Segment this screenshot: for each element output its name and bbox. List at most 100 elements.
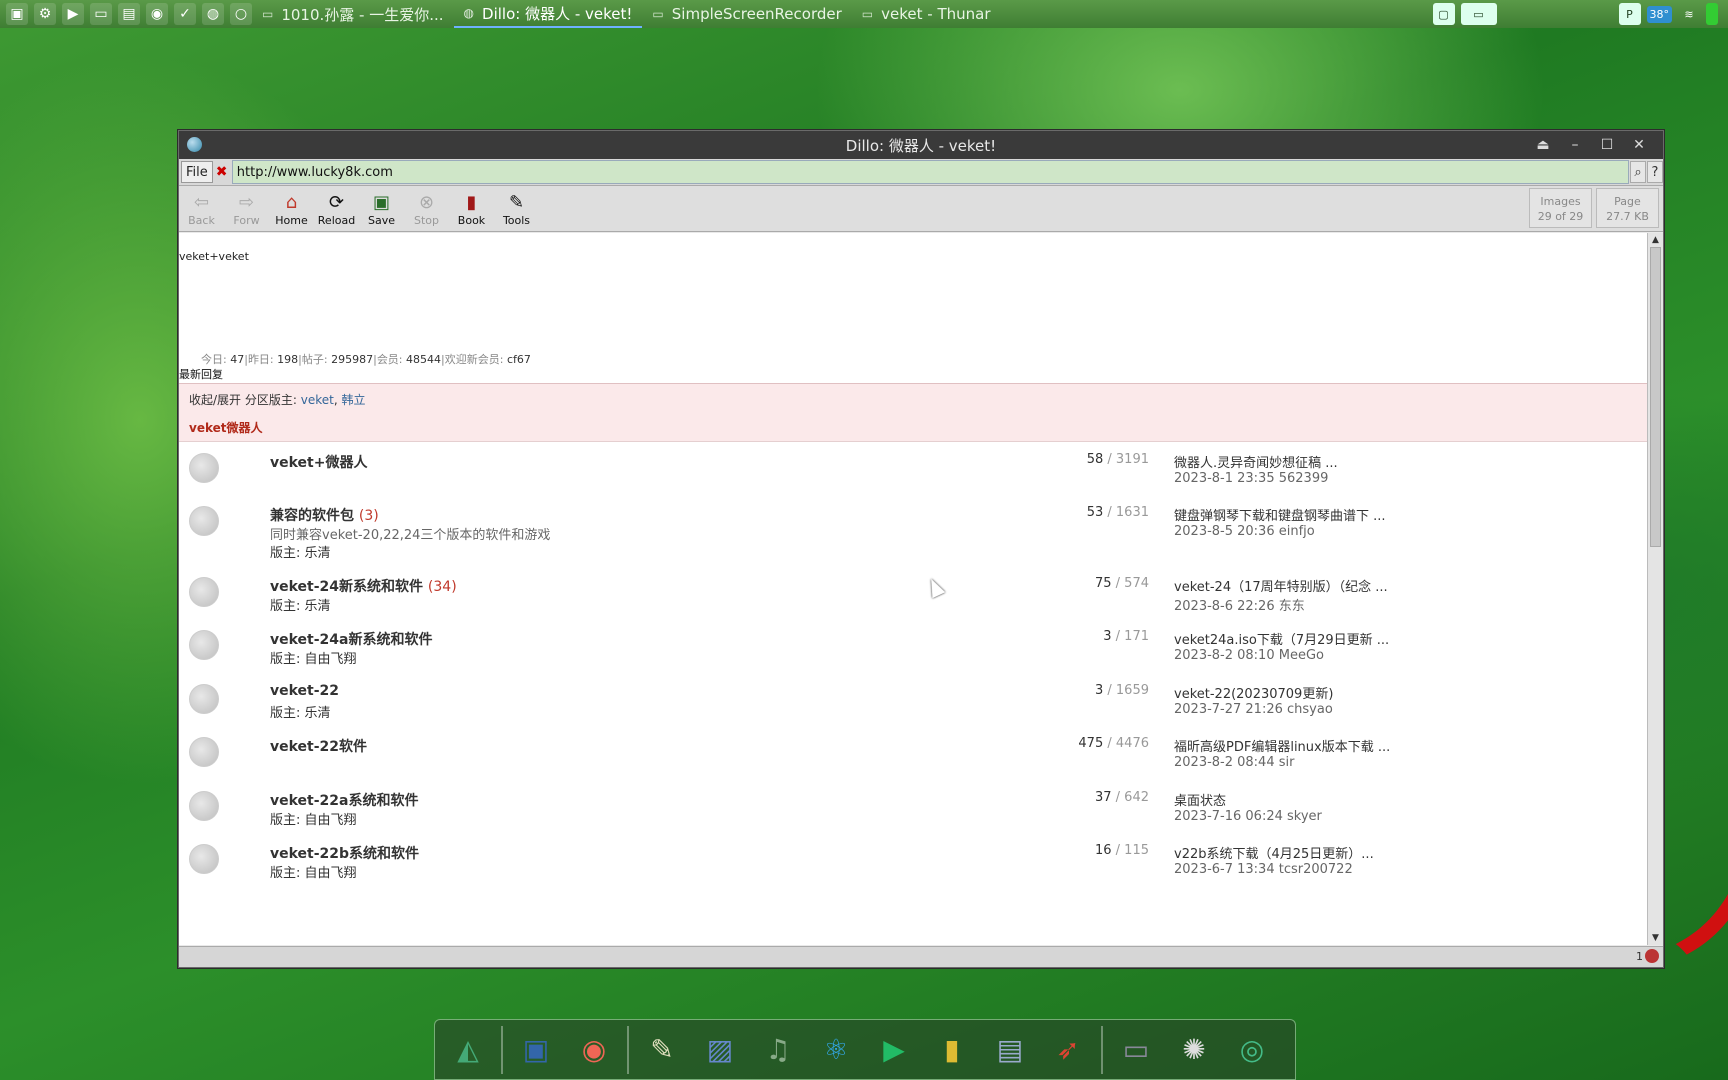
browser-icon[interactable]: ◍ <box>202 3 224 25</box>
forum-icon[interactable] <box>189 577 219 607</box>
forum-moderator[interactable]: 版主: 自由飞翔 <box>270 809 357 828</box>
url-input[interactable] <box>231 160 1629 184</box>
p-icon[interactable]: P <box>1618 3 1641 25</box>
notes-icon[interactable]: ▮ <box>927 1025 977 1075</box>
forum-icon[interactable] <box>189 630 219 660</box>
forum-moderator[interactable]: 版主: 乐清 <box>270 542 331 561</box>
search-icon[interactable]: ⌕ <box>1630 161 1646 183</box>
minimize-icon[interactable]: – <box>1559 131 1591 159</box>
last-post-link[interactable]: 键盘弹钢琴下载和键盘钢琴曲谱下 ... <box>1174 505 1386 524</box>
media-player-icon[interactable]: ▶ <box>869 1025 919 1075</box>
scroll-down-icon[interactable]: ▼ <box>1648 931 1663 945</box>
save-button[interactable]: ▣ Save <box>359 187 404 231</box>
forum-name-link[interactable]: veket-24a新系统和软件 <box>270 629 432 649</box>
check-icon[interactable]: ✓ <box>174 3 196 25</box>
forward-button[interactable]: ⇨ Forw <box>224 187 269 231</box>
window-titlebar[interactable]: Dillo: 微器人 - veket! ⏏ – ☐ ✕ <box>179 131 1663 159</box>
task-label: veket - Thunar <box>881 5 991 23</box>
reload-button[interactable]: ⟳ Reload <box>314 187 359 231</box>
last-post-link[interactable]: 桌面状态 <box>1174 790 1226 809</box>
printer-icon[interactable]: ▤ <box>118 3 140 25</box>
forum-name-link[interactable]: veket+微器人 <box>270 452 367 472</box>
tools-button[interactable]: ✎ Tools <box>494 187 539 231</box>
rocket-icon[interactable]: ➶ <box>1043 1025 1093 1075</box>
forum-name-link[interactable]: veket-24新系统和软件 (34) <box>270 576 457 596</box>
forum-icon[interactable] <box>189 737 219 767</box>
help-icon[interactable]: ? <box>1647 161 1663 183</box>
chart-icon[interactable]: ▤ <box>985 1025 1035 1075</box>
last-post-meta: 2023-7-16 06:24 skyer <box>1174 809 1322 824</box>
taskbar-task[interactable]: ▭ 1010.孙露 - 一生爱你... <box>252 0 454 28</box>
desktop-icon[interactable]: ◭ <box>443 1025 493 1075</box>
camera-icon[interactable]: ◉ <box>146 3 168 25</box>
site-logo-alt[interactable]: veket+veket <box>179 250 249 263</box>
image-viewer-icon[interactable]: ▨ <box>695 1025 745 1075</box>
last-post-link[interactable]: 福昕高级PDF编辑器linux版本下载 ... <box>1174 736 1390 755</box>
latest-replies-link[interactable]: 最新回复 <box>179 366 223 382</box>
taskbar-task[interactable]: ▭ veket - Thunar <box>852 0 1001 28</box>
music-icon[interactable]: ♫ <box>753 1025 803 1075</box>
battery-icon[interactable] <box>1706 3 1718 25</box>
forum-name-link[interactable]: veket-22a系统和软件 <box>270 790 418 810</box>
wifi-icon[interactable]: ≋ <box>1678 3 1700 25</box>
bookmarks-button[interactable]: ▮ Book <box>449 187 494 231</box>
network-icon[interactable]: ◎ <box>1227 1025 1277 1075</box>
moderator-link[interactable]: veket <box>301 393 334 407</box>
stop-button[interactable]: ⊗ Stop <box>404 187 449 231</box>
terminal-icon[interactable]: ▭ <box>90 3 112 25</box>
forum-name-link[interactable]: 兼容的软件包 (3) <box>270 505 379 525</box>
page-meter: Page 27.7 KB <box>1596 188 1659 228</box>
menu-icon[interactable]: ▣ <box>6 3 28 25</box>
monitor-icon[interactable]: ▣ <box>511 1025 561 1075</box>
scroll-thumb[interactable] <box>1650 247 1661 547</box>
forum-row: veket-24新系统和软件 (34) 版主: 乐清 75 / 574 veket-2… <box>179 567 1647 623</box>
record-icon[interactable]: ○ <box>230 3 252 25</box>
window-icon[interactable]: ▭ <box>1460 3 1497 25</box>
forum-name-link[interactable]: veket-22软件 <box>270 736 367 756</box>
taskbar-task[interactable]: ▭ SimpleScreenRecorder <box>642 0 851 28</box>
forum-name-link[interactable]: veket-22b系统和软件 <box>270 843 419 863</box>
last-post-link[interactable]: 微器人.灵异奇闻妙想征稿 ... <box>1174 452 1338 471</box>
firefox-icon[interactable]: ◉ <box>569 1025 619 1075</box>
forum-moderator[interactable]: 版主: 自由飞翔 <box>270 648 357 667</box>
forum-icon[interactable] <box>189 844 219 874</box>
last-post-link[interactable]: veket24a.iso下载（7月29日更新 ... <box>1174 629 1389 648</box>
forum-counts: 53 / 1631 <box>1087 505 1149 520</box>
back-button[interactable]: ⇦ Back <box>179 187 224 231</box>
dock-separator <box>627 1025 629 1074</box>
forum-moderator[interactable]: 版主: 自由飞翔 <box>270 862 357 881</box>
last-post-link[interactable]: v22b系统下载（4月25日更新）... <box>1174 843 1374 862</box>
notepad-icon[interactable]: ✎ <box>637 1025 687 1075</box>
forum-icon[interactable] <box>189 506 219 536</box>
shade-icon[interactable]: ⏏ <box>1527 131 1559 159</box>
home-button[interactable]: ⌂ Home <box>269 187 314 231</box>
screen-icon[interactable]: ▢ <box>1432 3 1455 25</box>
clear-url-icon[interactable]: ✖ <box>216 163 230 181</box>
settings-icon[interactable]: ✺ <box>1169 1025 1219 1075</box>
forum-moderator[interactable]: 版主: 乐清 <box>270 702 331 721</box>
forum-icon[interactable] <box>189 791 219 821</box>
tools-label: Tools <box>502 214 531 227</box>
close-icon[interactable]: ✕ <box>1623 131 1655 159</box>
section-collapse[interactable]: 收起/展开 分区版主: veket, 韩立 <box>189 391 366 408</box>
section-title[interactable]: veket微器人 <box>189 419 263 436</box>
last-post-link[interactable]: veket-22(20230709更新) <box>1174 683 1333 702</box>
moderator-link[interactable]: 韩立 <box>341 393 365 407</box>
forum-moderator[interactable]: 版主: 乐清 <box>270 595 331 614</box>
forum-icon[interactable] <box>189 684 219 714</box>
run-icon[interactable]: ▶ <box>62 3 84 25</box>
maximize-icon[interactable]: ☐ <box>1591 131 1623 159</box>
atom-icon[interactable]: ⚛ <box>811 1025 861 1075</box>
forum-name-link[interactable]: veket-22 <box>270 683 339 699</box>
dock-separator <box>501 1025 503 1074</box>
vertical-scrollbar[interactable]: ▲ ▼ <box>1647 233 1663 945</box>
taskbar-task[interactable]: ◍ Dillo: 微器人 - veket! <box>453 0 643 28</box>
settings-icon[interactable]: ⚙ <box>34 3 56 25</box>
drive-icon[interactable]: ▭ <box>1111 1025 1161 1075</box>
newest-member-link[interactable]: cf67 <box>507 353 531 366</box>
last-post-link[interactable]: veket-24（17周年特别版）（纪念 ... <box>1174 576 1388 595</box>
forum-icon[interactable] <box>189 453 219 483</box>
file-menu-button[interactable]: File <box>181 161 213 183</box>
bug-meter-icon[interactable] <box>1645 949 1659 963</box>
scroll-up-icon[interactable]: ▲ <box>1648 233 1663 247</box>
